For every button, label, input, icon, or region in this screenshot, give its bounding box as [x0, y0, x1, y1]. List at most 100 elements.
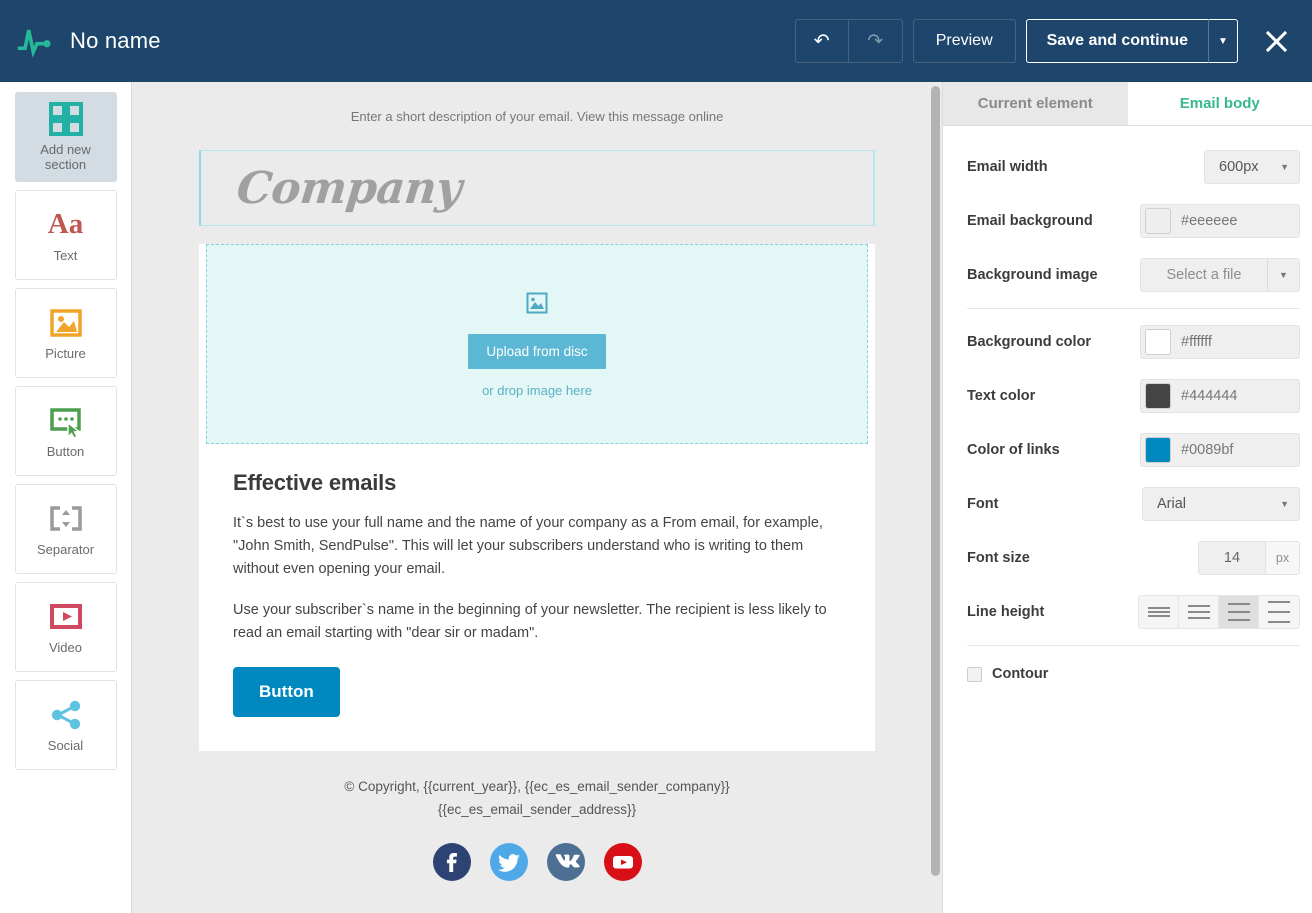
text-color-value: #444444 [1181, 388, 1238, 404]
social-icons-row [229, 843, 845, 881]
chevron-down-icon: ▼ [1218, 35, 1228, 47]
chevron-down-icon: ▼ [1280, 499, 1289, 509]
copyright-line-2: {{ec_es_email_sender_address}} [437, 802, 637, 817]
article-heading: Effective emails [233, 470, 397, 495]
history-button-group: ↶ ↷ [794, 19, 903, 63]
contour-checkbox[interactable] [967, 666, 982, 682]
panel-divider-2 [967, 645, 1300, 646]
email-background-color-field[interactable]: #eeeeee [1140, 204, 1300, 238]
field-label: Email background [967, 213, 1093, 229]
line-height-group [1138, 595, 1300, 629]
grid-squares-icon [48, 102, 83, 136]
sidebar-item-button[interactable]: Button [14, 386, 117, 476]
settings-panel: Current element Email body Email width 6… [942, 82, 1312, 913]
picture-icon [49, 306, 83, 340]
sidebar-item-label: Video [48, 639, 82, 655]
separator-icon [49, 502, 83, 536]
panel-divider-1 [967, 308, 1300, 309]
field-contour: Contour [967, 652, 1300, 682]
image-dropzone[interactable]: Upload from disc or drop image here [206, 244, 868, 444]
line-height-option-2[interactable] [1179, 596, 1219, 628]
color-swatch[interactable] [1145, 208, 1171, 234]
font-select[interactable]: Arial ▼ [1142, 487, 1300, 521]
image-placeholder-icon [525, 291, 549, 320]
color-swatch[interactable] [1145, 437, 1171, 463]
email-white-body: Upload from disc or drop image here Effe… [199, 244, 875, 751]
sidebar-item-separator[interactable]: Separator [14, 484, 117, 574]
font-size-input[interactable] [1199, 542, 1265, 574]
sidebar-item-social[interactable]: Social [14, 680, 117, 770]
logo-section[interactable]: Company [199, 150, 875, 226]
color-swatch[interactable] [1145, 329, 1171, 355]
email-width-select[interactable]: 600px ▼ [1204, 150, 1300, 184]
sidebar-item-label: Social [47, 737, 84, 753]
sidebar-item-label: Text [53, 247, 78, 263]
save-and-continue-button[interactable]: Save and continue [1025, 19, 1208, 63]
email-width-value: 600px [1219, 159, 1259, 175]
email-canvas: Enter a short description of your email.… [132, 82, 942, 913]
header-actions: ↶ ↷ Preview Save and continue ▼ [794, 19, 1312, 63]
article-block[interactable]: Effective emails It`s best to use your f… [199, 444, 875, 751]
sidebar-item-video[interactable]: Video [14, 582, 117, 672]
close-button[interactable] [1256, 21, 1296, 61]
sidebar-item-label: Button [46, 443, 85, 459]
youtube-icon[interactable] [603, 843, 642, 881]
upload-from-disc-button[interactable]: Upload from disc [468, 333, 606, 369]
line-height-option-3[interactable] [1219, 596, 1259, 628]
app-header: No name ↶ ↷ Preview Save and continue ▼ [0, 0, 1312, 82]
field-label: Font size [967, 550, 1030, 566]
sidebar-item-picture[interactable]: Picture [14, 288, 117, 378]
link-color-value: #0089bf [1181, 442, 1234, 458]
field-font: Font Arial ▼ [967, 477, 1300, 531]
chevron-down-icon[interactable]: ▼ [1267, 259, 1299, 291]
contour-label: Contour [992, 666, 1049, 682]
email-footer[interactable]: © Copyright, {{current_year}}, {{ec_es_e… [199, 751, 875, 881]
font-size-unit: px [1265, 542, 1299, 574]
field-background-color: Background color #ffffff [967, 315, 1300, 369]
field-label: Text color [967, 388, 1036, 404]
font-size-control[interactable]: px [1198, 541, 1300, 575]
color-swatch[interactable] [1145, 383, 1171, 409]
email-background-value: #eeeeee [1181, 213, 1238, 229]
page-title: No name [70, 28, 161, 53]
save-options-dropdown[interactable]: ▼ [1208, 19, 1238, 63]
vk-icon[interactable] [546, 843, 585, 881]
chevron-down-icon: ▼ [1280, 162, 1289, 172]
email-cta-button[interactable]: Button [233, 667, 340, 717]
elements-sidebar: Add new section Aa Text Picture Button S… [0, 82, 132, 913]
field-label: Email width [967, 159, 1048, 175]
field-label: Background image [967, 267, 1098, 283]
field-color-of-links: Color of links #0089bf [967, 423, 1300, 477]
brand: No name [0, 21, 161, 61]
sidebar-item-label: Separator [36, 541, 95, 557]
company-logo-text: Company [234, 162, 464, 214]
canvas-scrollbar-thumb[interactable] [931, 86, 940, 876]
preheader-text[interactable]: Enter a short description of your email.… [199, 82, 875, 150]
article-paragraph-1: It`s best to use your full name and the … [233, 515, 823, 577]
sidebar-item-label: Picture [45, 345, 86, 361]
panel-tabs: Current element Email body [943, 82, 1312, 126]
field-font-size: Font size px [967, 531, 1300, 585]
sidebar-item-text[interactable]: Aa Text [14, 190, 117, 280]
line-height-option-1[interactable] [1139, 596, 1179, 628]
article-paragraph-2: Use your subscriber`s name in the beginn… [233, 602, 827, 641]
background-image-value: Select a file [1166, 267, 1242, 283]
link-color-field[interactable]: #0089bf [1140, 433, 1300, 467]
background-color-value: #ffffff [1181, 334, 1212, 350]
field-label: Background color [967, 334, 1092, 350]
tab-email-body[interactable]: Email body [1127, 82, 1312, 125]
tab-current-element[interactable]: Current element [943, 82, 1128, 125]
text-color-field[interactable]: #444444 [1140, 379, 1300, 413]
twitter-icon[interactable] [489, 843, 528, 881]
preview-button[interactable]: Preview [912, 19, 1016, 63]
redo-button[interactable]: ↷ [848, 19, 903, 63]
undo-button[interactable]: ↶ [794, 19, 849, 63]
background-image-file-picker[interactable]: Select a file ▼ [1140, 258, 1300, 292]
background-color-field[interactable]: #ffffff [1140, 325, 1300, 359]
panel-fields: Email width 600px ▼ Email background #ee… [943, 126, 1312, 682]
email-document: Enter a short description of your email.… [199, 82, 875, 881]
video-play-icon [49, 600, 83, 634]
facebook-icon[interactable] [432, 843, 471, 881]
line-height-option-4[interactable] [1259, 596, 1299, 628]
sidebar-item-add-new-section[interactable]: Add new section [14, 92, 117, 182]
